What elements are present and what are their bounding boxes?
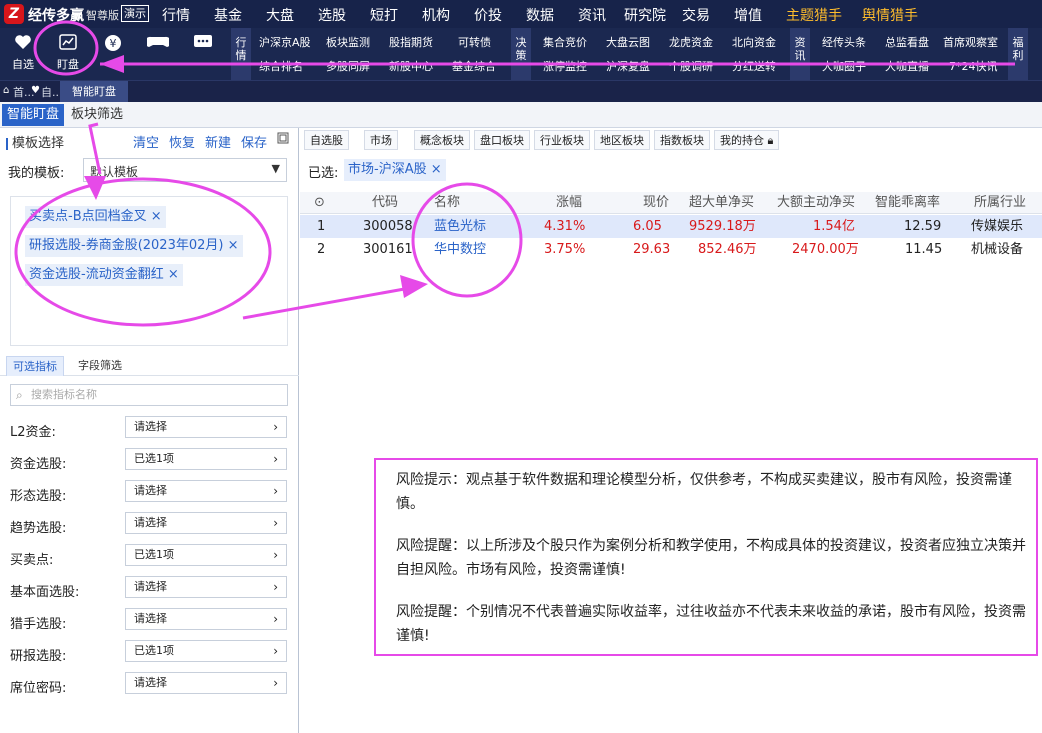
annotation-overlay [14, 20, 1015, 327]
arrowhead-down [84, 176, 106, 200]
arrowhead-left [100, 55, 124, 73]
annotation-circle-tags [14, 177, 272, 327]
annotation-arrow-down [88, 122, 102, 175]
annotation-circle-watch [33, 20, 99, 76]
annotation-arrow-right [242, 286, 411, 320]
arrowhead-right [400, 275, 428, 298]
annotation-circle-names [411, 182, 523, 298]
